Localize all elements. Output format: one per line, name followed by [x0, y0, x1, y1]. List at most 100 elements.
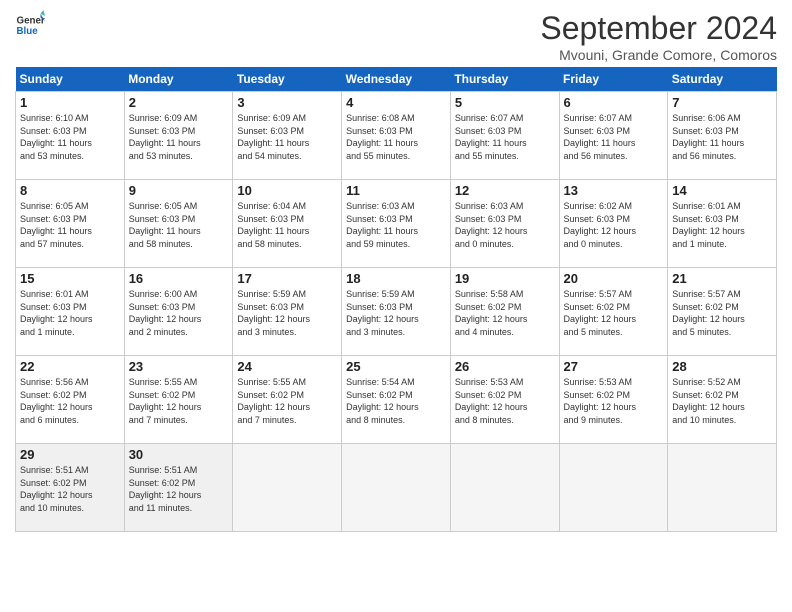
day-number: 14: [672, 183, 772, 198]
day-info: Sunrise: 6:08 AM Sunset: 6:03 PM Dayligh…: [346, 112, 446, 162]
month-title: September 2024: [540, 10, 777, 47]
calendar-week-row: 1Sunrise: 6:10 AM Sunset: 6:03 PM Daylig…: [16, 92, 777, 180]
day-info: Sunrise: 6:05 AM Sunset: 6:03 PM Dayligh…: [20, 200, 120, 250]
calendar-week-row: 8 Sunrise: 6:05 AM Sunset: 6:03 PM Daylig…: [16, 180, 777, 268]
svg-text:Blue: Blue: [17, 26, 39, 37]
day-info: Sunrise: 6:09 AM Sunset: 6:03 PM Dayligh…: [129, 112, 229, 162]
header-wednesday: Wednesday: [342, 67, 451, 92]
table-row: 6 Sunrise: 6:07 AM Sunset: 6:03 PM Daylig…: [559, 92, 668, 180]
day-number: 5: [455, 95, 555, 110]
day-info: Sunrise: 5:59 AM Sunset: 6:03 PM Dayligh…: [346, 288, 446, 338]
day-number: 15: [20, 271, 120, 286]
table-row: 19Sunrise: 5:58 AM Sunset: 6:02 PM Dayli…: [450, 268, 559, 356]
calendar-week-row: 29Sunrise: 5:51 AM Sunset: 6:02 PM Dayli…: [16, 444, 777, 532]
table-row: [342, 444, 451, 532]
day-number: 1: [20, 95, 120, 110]
day-info: Sunrise: 5:53 AM Sunset: 6:02 PM Dayligh…: [455, 376, 555, 426]
day-info: Sunrise: 6:04 AM Sunset: 6:03 PM Dayligh…: [237, 200, 337, 250]
day-number: 12: [455, 183, 555, 198]
table-row: 2 Sunrise: 6:09 AM Sunset: 6:03 PM Daylig…: [124, 92, 233, 180]
table-row: 22 Sunrise: 5:56 AM Sunset: 6:02 PM Dayli…: [16, 356, 125, 444]
day-number: 4: [346, 95, 446, 110]
table-row: 18 Sunrise: 5:59 AM Sunset: 6:03 PM Dayli…: [342, 268, 451, 356]
day-number: 11: [346, 183, 446, 198]
table-row: 4 Sunrise: 6:08 AM Sunset: 6:03 PM Daylig…: [342, 92, 451, 180]
header-monday: Monday: [124, 67, 233, 92]
calendar-week-row: 15 Sunrise: 6:01 AM Sunset: 6:03 PM Dayli…: [16, 268, 777, 356]
day-info: Sunrise: 6:07 AM Sunset: 6:03 PM Dayligh…: [455, 112, 555, 162]
day-info: Sunrise: 5:54 AM Sunset: 6:02 PM Dayligh…: [346, 376, 446, 426]
day-info: Sunrise: 5:57 AM Sunset: 6:02 PM Dayligh…: [564, 288, 664, 338]
day-number: 30: [129, 447, 229, 462]
day-number: 17: [237, 271, 337, 286]
table-row: 23Sunrise: 5:55 AM Sunset: 6:02 PM Dayli…: [124, 356, 233, 444]
table-row: [450, 444, 559, 532]
day-info: Sunrise: 5:58 AM Sunset: 6:02 PM Dayligh…: [455, 288, 555, 338]
day-number: 28: [672, 359, 772, 374]
table-row: 28 Sunrise: 5:52 AM Sunset: 6:02 PM Dayli…: [668, 356, 777, 444]
day-info: Sunrise: 5:51 AM Sunset: 6:02 PM Dayligh…: [129, 464, 229, 514]
day-info: Sunrise: 6:01 AM Sunset: 6:03 PM Dayligh…: [672, 200, 772, 250]
day-number: 25: [346, 359, 446, 374]
day-info: Sunrise: 6:09 AM Sunset: 6:03 PM Dayligh…: [237, 112, 337, 162]
table-row: 14 Sunrise: 6:01 AM Sunset: 6:03 PM Dayli…: [668, 180, 777, 268]
day-info: Sunrise: 5:57 AM Sunset: 6:02 PM Dayligh…: [672, 288, 772, 338]
calendar-week-row: 22 Sunrise: 5:56 AM Sunset: 6:02 PM Dayli…: [16, 356, 777, 444]
table-row: 27 Sunrise: 5:53 AM Sunset: 6:02 PM Dayli…: [559, 356, 668, 444]
table-row: [559, 444, 668, 532]
day-info: Sunrise: 6:02 AM Sunset: 6:03 PM Dayligh…: [564, 200, 664, 250]
table-row: [668, 444, 777, 532]
table-row: 1Sunrise: 6:10 AM Sunset: 6:03 PM Daylig…: [16, 92, 125, 180]
day-info: Sunrise: 6:03 AM Sunset: 6:03 PM Dayligh…: [346, 200, 446, 250]
table-row: 16 Sunrise: 6:00 AM Sunset: 6:03 PM Dayli…: [124, 268, 233, 356]
table-row: 9 Sunrise: 6:05 AM Sunset: 6:03 PM Daylig…: [124, 180, 233, 268]
table-row: 29Sunrise: 5:51 AM Sunset: 6:02 PM Dayli…: [16, 444, 125, 532]
table-row: 26Sunrise: 5:53 AM Sunset: 6:02 PM Dayli…: [450, 356, 559, 444]
day-number: 24: [237, 359, 337, 374]
title-block: September 2024 Mvouni, Grande Comore, Co…: [540, 10, 777, 63]
day-info: Sunrise: 5:51 AM Sunset: 6:02 PM Dayligh…: [20, 464, 120, 514]
table-row: 3 Sunrise: 6:09 AM Sunset: 6:03 PM Daylig…: [233, 92, 342, 180]
day-number: 10: [237, 183, 337, 198]
day-number: 7: [672, 95, 772, 110]
day-info: Sunrise: 6:07 AM Sunset: 6:03 PM Dayligh…: [564, 112, 664, 162]
table-row: 11 Sunrise: 6:03 AM Sunset: 6:03 PM Dayli…: [342, 180, 451, 268]
header: General Blue September 2024 Mvouni, Gran…: [15, 10, 777, 63]
table-row: 30 Sunrise: 5:51 AM Sunset: 6:02 PM Dayli…: [124, 444, 233, 532]
table-row: 21 Sunrise: 5:57 AM Sunset: 6:02 PM Dayli…: [668, 268, 777, 356]
day-number: 27: [564, 359, 664, 374]
table-row: 17 Sunrise: 5:59 AM Sunset: 6:03 PM Dayli…: [233, 268, 342, 356]
day-number: 16: [129, 271, 229, 286]
day-number: 18: [346, 271, 446, 286]
day-number: 8: [20, 183, 120, 198]
day-info: Sunrise: 5:55 AM Sunset: 6:02 PM Dayligh…: [237, 376, 337, 426]
day-number: 13: [564, 183, 664, 198]
day-number: 21: [672, 271, 772, 286]
day-info: Sunrise: 6:00 AM Sunset: 6:03 PM Dayligh…: [129, 288, 229, 338]
day-info: Sunrise: 5:56 AM Sunset: 6:02 PM Dayligh…: [20, 376, 120, 426]
day-info: Sunrise: 6:01 AM Sunset: 6:03 PM Dayligh…: [20, 288, 120, 338]
day-info: Sunrise: 5:52 AM Sunset: 6:02 PM Dayligh…: [672, 376, 772, 426]
table-row: 15 Sunrise: 6:01 AM Sunset: 6:03 PM Dayli…: [16, 268, 125, 356]
table-row: 20Sunrise: 5:57 AM Sunset: 6:02 PM Dayli…: [559, 268, 668, 356]
location-subtitle: Mvouni, Grande Comore, Comoros: [540, 47, 777, 63]
day-info: Sunrise: 6:05 AM Sunset: 6:03 PM Dayligh…: [129, 200, 229, 250]
header-saturday: Saturday: [668, 67, 777, 92]
logo-icon: General Blue: [15, 10, 45, 40]
table-row: 25 Sunrise: 5:54 AM Sunset: 6:02 PM Dayli…: [342, 356, 451, 444]
table-row: 24 Sunrise: 5:55 AM Sunset: 6:02 PM Dayli…: [233, 356, 342, 444]
day-info: Sunrise: 5:53 AM Sunset: 6:02 PM Dayligh…: [564, 376, 664, 426]
day-number: 2: [129, 95, 229, 110]
day-info: Sunrise: 5:59 AM Sunset: 6:03 PM Dayligh…: [237, 288, 337, 338]
table-row: 8 Sunrise: 6:05 AM Sunset: 6:03 PM Daylig…: [16, 180, 125, 268]
logo: General Blue: [15, 10, 49, 40]
day-number: 22: [20, 359, 120, 374]
page-container: General Blue September 2024 Mvouni, Gran…: [0, 0, 792, 542]
day-number: 6: [564, 95, 664, 110]
day-info: Sunrise: 6:06 AM Sunset: 6:03 PM Dayligh…: [672, 112, 772, 162]
table-row: 12Sunrise: 6:03 AM Sunset: 6:03 PM Dayli…: [450, 180, 559, 268]
day-info: Sunrise: 5:55 AM Sunset: 6:02 PM Dayligh…: [129, 376, 229, 426]
day-number: 9: [129, 183, 229, 198]
day-number: 3: [237, 95, 337, 110]
calendar-table: Sunday Monday Tuesday Wednesday Thursday…: [15, 67, 777, 532]
